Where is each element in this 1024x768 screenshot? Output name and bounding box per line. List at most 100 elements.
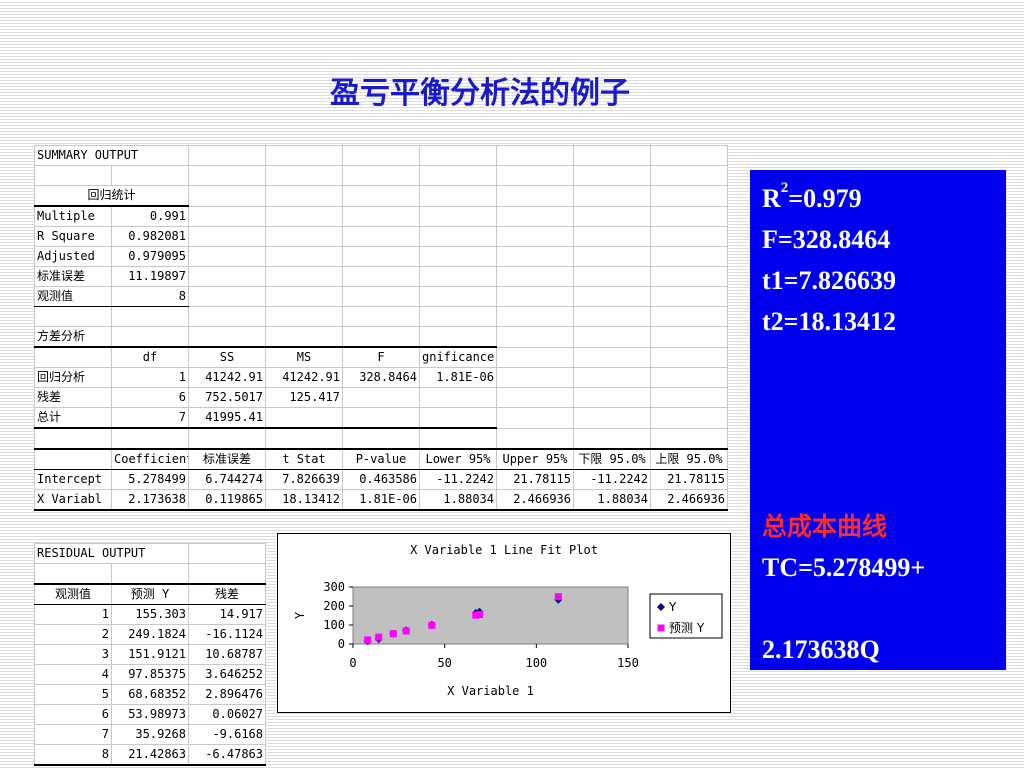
- sheet-cell: [419, 145, 497, 166]
- data-point-predicted-y: [472, 611, 480, 619]
- y-tick-label: 300: [323, 580, 345, 594]
- residual-cell: 1: [34, 604, 112, 625]
- sheet-cell: [573, 286, 651, 307]
- data-point-predicted-y: [554, 593, 562, 601]
- sheet-cell: [419, 427, 497, 450]
- sheet-cell: [265, 306, 343, 327]
- sheet-cell: [650, 165, 728, 186]
- residual-cell: 21.42863: [111, 744, 189, 766]
- t1-statistic-line: t1=7.826639: [762, 266, 896, 295]
- sheet-cell: [496, 266, 574, 287]
- anova-cell: [419, 407, 497, 429]
- sheet-cell: [188, 306, 266, 327]
- y-tick-label: 100: [323, 618, 345, 632]
- sheet-cell: [342, 286, 420, 307]
- residual-row: 5 68.68352 2.896476: [34, 684, 266, 705]
- sheet-cell: [650, 427, 728, 450]
- x-axis-label: X Variable 1: [447, 684, 534, 698]
- chart-title: X Variable 1 Line Fit Plot: [410, 543, 598, 557]
- legend-label: 预测 Y: [669, 621, 705, 635]
- r-squared-label: R: [762, 184, 781, 213]
- sheet-cell: [496, 387, 574, 408]
- sheet-cell: [188, 205, 266, 227]
- sheet-cell: [188, 543, 266, 564]
- residual-row: 6 53.98973 0.06027: [34, 704, 266, 725]
- sheet-cell: [111, 165, 189, 186]
- regression-stat-row: R Square 0.982081: [34, 226, 728, 247]
- coef-header-cell: P-value: [342, 448, 420, 470]
- residual-cell: 68.68352: [111, 684, 189, 705]
- coef-cell: 18.13412: [265, 489, 343, 511]
- sheet-cell: [573, 266, 651, 287]
- sheet-cell: [496, 286, 574, 307]
- sheet-cell: [573, 226, 651, 247]
- residual-cell: 10.68787: [188, 644, 266, 665]
- blank-row: [34, 427, 728, 450]
- coef-header-cell: 下限 95.0%: [573, 448, 651, 470]
- coef-cell: 1.88034: [573, 489, 651, 511]
- sheet-cell: [419, 326, 497, 348]
- sheet-cell: [650, 407, 728, 429]
- sheet-cell: [650, 145, 728, 166]
- sheet-cell: [496, 246, 574, 267]
- blank-row: [34, 306, 728, 327]
- anova-row-label: 回归分析: [34, 367, 112, 388]
- coef-cell: 21.78115: [496, 469, 574, 490]
- sheet-cell: [573, 367, 651, 388]
- residual-cell: 3.646252: [188, 664, 266, 685]
- sheet-cell: [34, 306, 112, 327]
- sheet-cell: [111, 427, 189, 450]
- coef-header-cell: Lower 95%: [419, 448, 497, 470]
- coef-row: Intercept 5.278499 6.744274 7.826639 0.46358…: [34, 469, 728, 490]
- page-title: 盈亏平衡分析法的例子: [330, 76, 630, 111]
- residual-row: 2 249.1824 -16.1124: [34, 624, 266, 645]
- sheet-cell: [650, 246, 728, 267]
- residual-row: 7 35.9268 -9.6168: [34, 724, 266, 745]
- sheet-cell: [342, 185, 420, 207]
- sheet-cell: [34, 563, 112, 585]
- coef-cell: 7.826639: [265, 469, 343, 490]
- sheet-cell: [419, 185, 497, 207]
- sheet-cell: [111, 563, 189, 585]
- sheet-cell: [34, 346, 112, 368]
- sheet-cell: [419, 246, 497, 267]
- sheet-cell: [342, 266, 420, 287]
- residual-column-header: 预测 Y: [111, 583, 189, 605]
- sheet-cell: [496, 165, 574, 186]
- coef-cell: 0.463586: [342, 469, 420, 490]
- sheet-cell: [265, 165, 343, 186]
- residual-column-header: 观测值: [34, 583, 112, 605]
- sheet-cell: [265, 185, 343, 207]
- sheet-cell: [650, 306, 728, 327]
- sheet-cell: [573, 246, 651, 267]
- legend-label: Y: [668, 600, 677, 614]
- sheet-cell: [650, 367, 728, 388]
- sheet-cell: [573, 387, 651, 408]
- sheet-cell: [188, 286, 266, 307]
- sheet-cell: [496, 185, 574, 207]
- sheet-cell: [342, 326, 420, 348]
- residual-cell: 4: [34, 664, 112, 685]
- sheet-cell: [650, 226, 728, 247]
- t2-statistic-line: t2=18.13412: [762, 307, 896, 336]
- sheet-cell: [265, 427, 343, 450]
- sheet-cell: [650, 266, 728, 287]
- y-tick-label: 0: [338, 637, 345, 651]
- sheet-cell: [188, 165, 266, 186]
- sheet-cell: [573, 185, 651, 207]
- r-squared-value: =0.979: [788, 184, 862, 213]
- coef-header-cell: Upper 95%: [496, 448, 574, 470]
- sheet-cell: [650, 205, 728, 227]
- residual-cell: 0.06027: [188, 704, 266, 725]
- anova-cell: 41242.91: [265, 367, 343, 388]
- regression-stats-title: 回归统计: [34, 185, 189, 207]
- residual-cell: 97.85375: [111, 664, 189, 685]
- blank-row: [34, 563, 266, 585]
- coef-cell: 2.173638: [111, 489, 189, 511]
- anova-row-label: 残差: [34, 387, 112, 408]
- regression-stat-row: 观测值 8: [34, 286, 728, 307]
- data-point-predicted-y: [364, 636, 372, 644]
- r-squared-line: R2=0.979: [762, 178, 994, 219]
- residual-cell: 249.1824: [111, 624, 189, 645]
- anova-cell: 1: [111, 367, 189, 388]
